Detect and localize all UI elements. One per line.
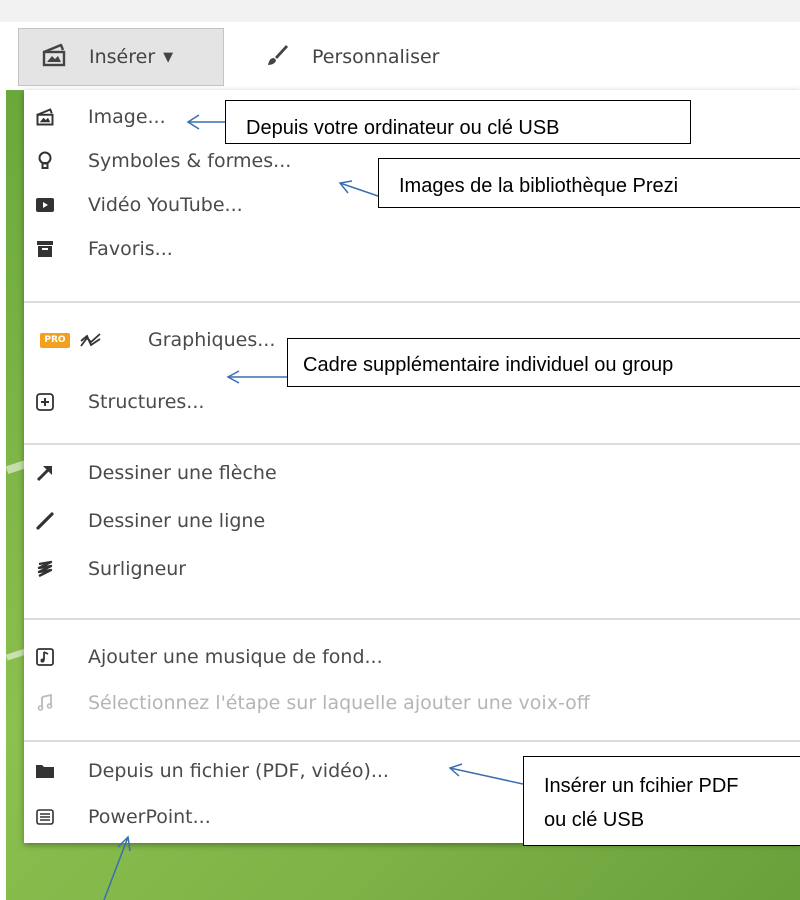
lightbulb-icon (34, 150, 56, 172)
insert-image-icon (41, 43, 67, 72)
menu-divider (24, 443, 800, 445)
menu-item-label: Structures... (88, 391, 205, 413)
customize-button[interactable]: Personnaliser (264, 28, 440, 86)
menu-item-label: Vidéo YouTube... (88, 194, 243, 216)
menu-item-draw-arrow[interactable]: Dessiner une flèche (24, 451, 800, 495)
callout-structures: Cadre supplémentaire individuel ou group (287, 338, 800, 387)
menu-divider (24, 618, 800, 620)
youtube-icon (34, 194, 56, 216)
music-note-icon (34, 692, 56, 714)
callout-file-line1: Insérer un fcihier PDF (544, 775, 739, 797)
menu-item-favorites[interactable]: Favoris... (24, 227, 800, 271)
menu-item-label: PowerPoint... (88, 806, 211, 828)
callout-symbols: Images de la bibliothèque Prezi (378, 158, 800, 208)
insert-label: Insérer (89, 46, 156, 68)
chevron-down-icon: ▼ (163, 49, 174, 65)
toolbar: Insérer ▼ Personnaliser (0, 22, 800, 90)
line-icon (34, 510, 56, 532)
list-document-icon (34, 806, 56, 828)
customize-label: Personnaliser (312, 46, 440, 68)
menu-divider (24, 301, 800, 303)
menu-item-label: Favoris... (88, 238, 173, 260)
menu-item-label: Dessiner une ligne (88, 510, 266, 532)
callout-image: Depuis votre ordinateur ou clé USB (225, 100, 691, 144)
menu-item-draw-line[interactable]: Dessiner une ligne (24, 499, 800, 543)
arrow-icon (34, 462, 56, 484)
callout-file: Insérer un fcihier PDF ou clé USB (523, 756, 800, 846)
folder-icon (34, 760, 56, 782)
menu-item-label: Image... (88, 106, 166, 128)
menu-item-label: Graphiques... (148, 329, 276, 351)
menu-item-label: Ajouter une musique de fond... (88, 646, 383, 668)
music-file-icon (34, 646, 56, 668)
top-strip (0, 0, 800, 22)
callout-file-line2: ou clé USB (544, 809, 645, 831)
image-icon (34, 106, 56, 128)
menu-item-label: Symboles & formes... (88, 150, 292, 172)
highlighter-icon (34, 558, 56, 580)
menu-item-label: Sélectionnez l'étape sur laquelle ajoute… (88, 692, 590, 714)
menu-item-background-music[interactable]: Ajouter une musique de fond... (24, 635, 800, 679)
insert-button[interactable]: Insérer ▼ (18, 28, 224, 86)
menu-divider (24, 740, 800, 742)
add-frame-icon (34, 391, 56, 413)
brush-icon (264, 42, 290, 73)
menu-item-label: Surligneur (88, 558, 187, 580)
menu-item-label: Depuis un fichier (PDF, vidéo)... (88, 760, 389, 782)
chart-icon (80, 329, 102, 351)
menu-item-label: Dessiner une flèche (88, 462, 277, 484)
pro-badge: PRO (40, 332, 70, 348)
menu-item-voiceover: Sélectionnez l'étape sur laquelle ajoute… (24, 681, 800, 725)
archive-icon (34, 238, 56, 260)
menu-item-highlighter[interactable]: Surligneur (24, 547, 800, 591)
